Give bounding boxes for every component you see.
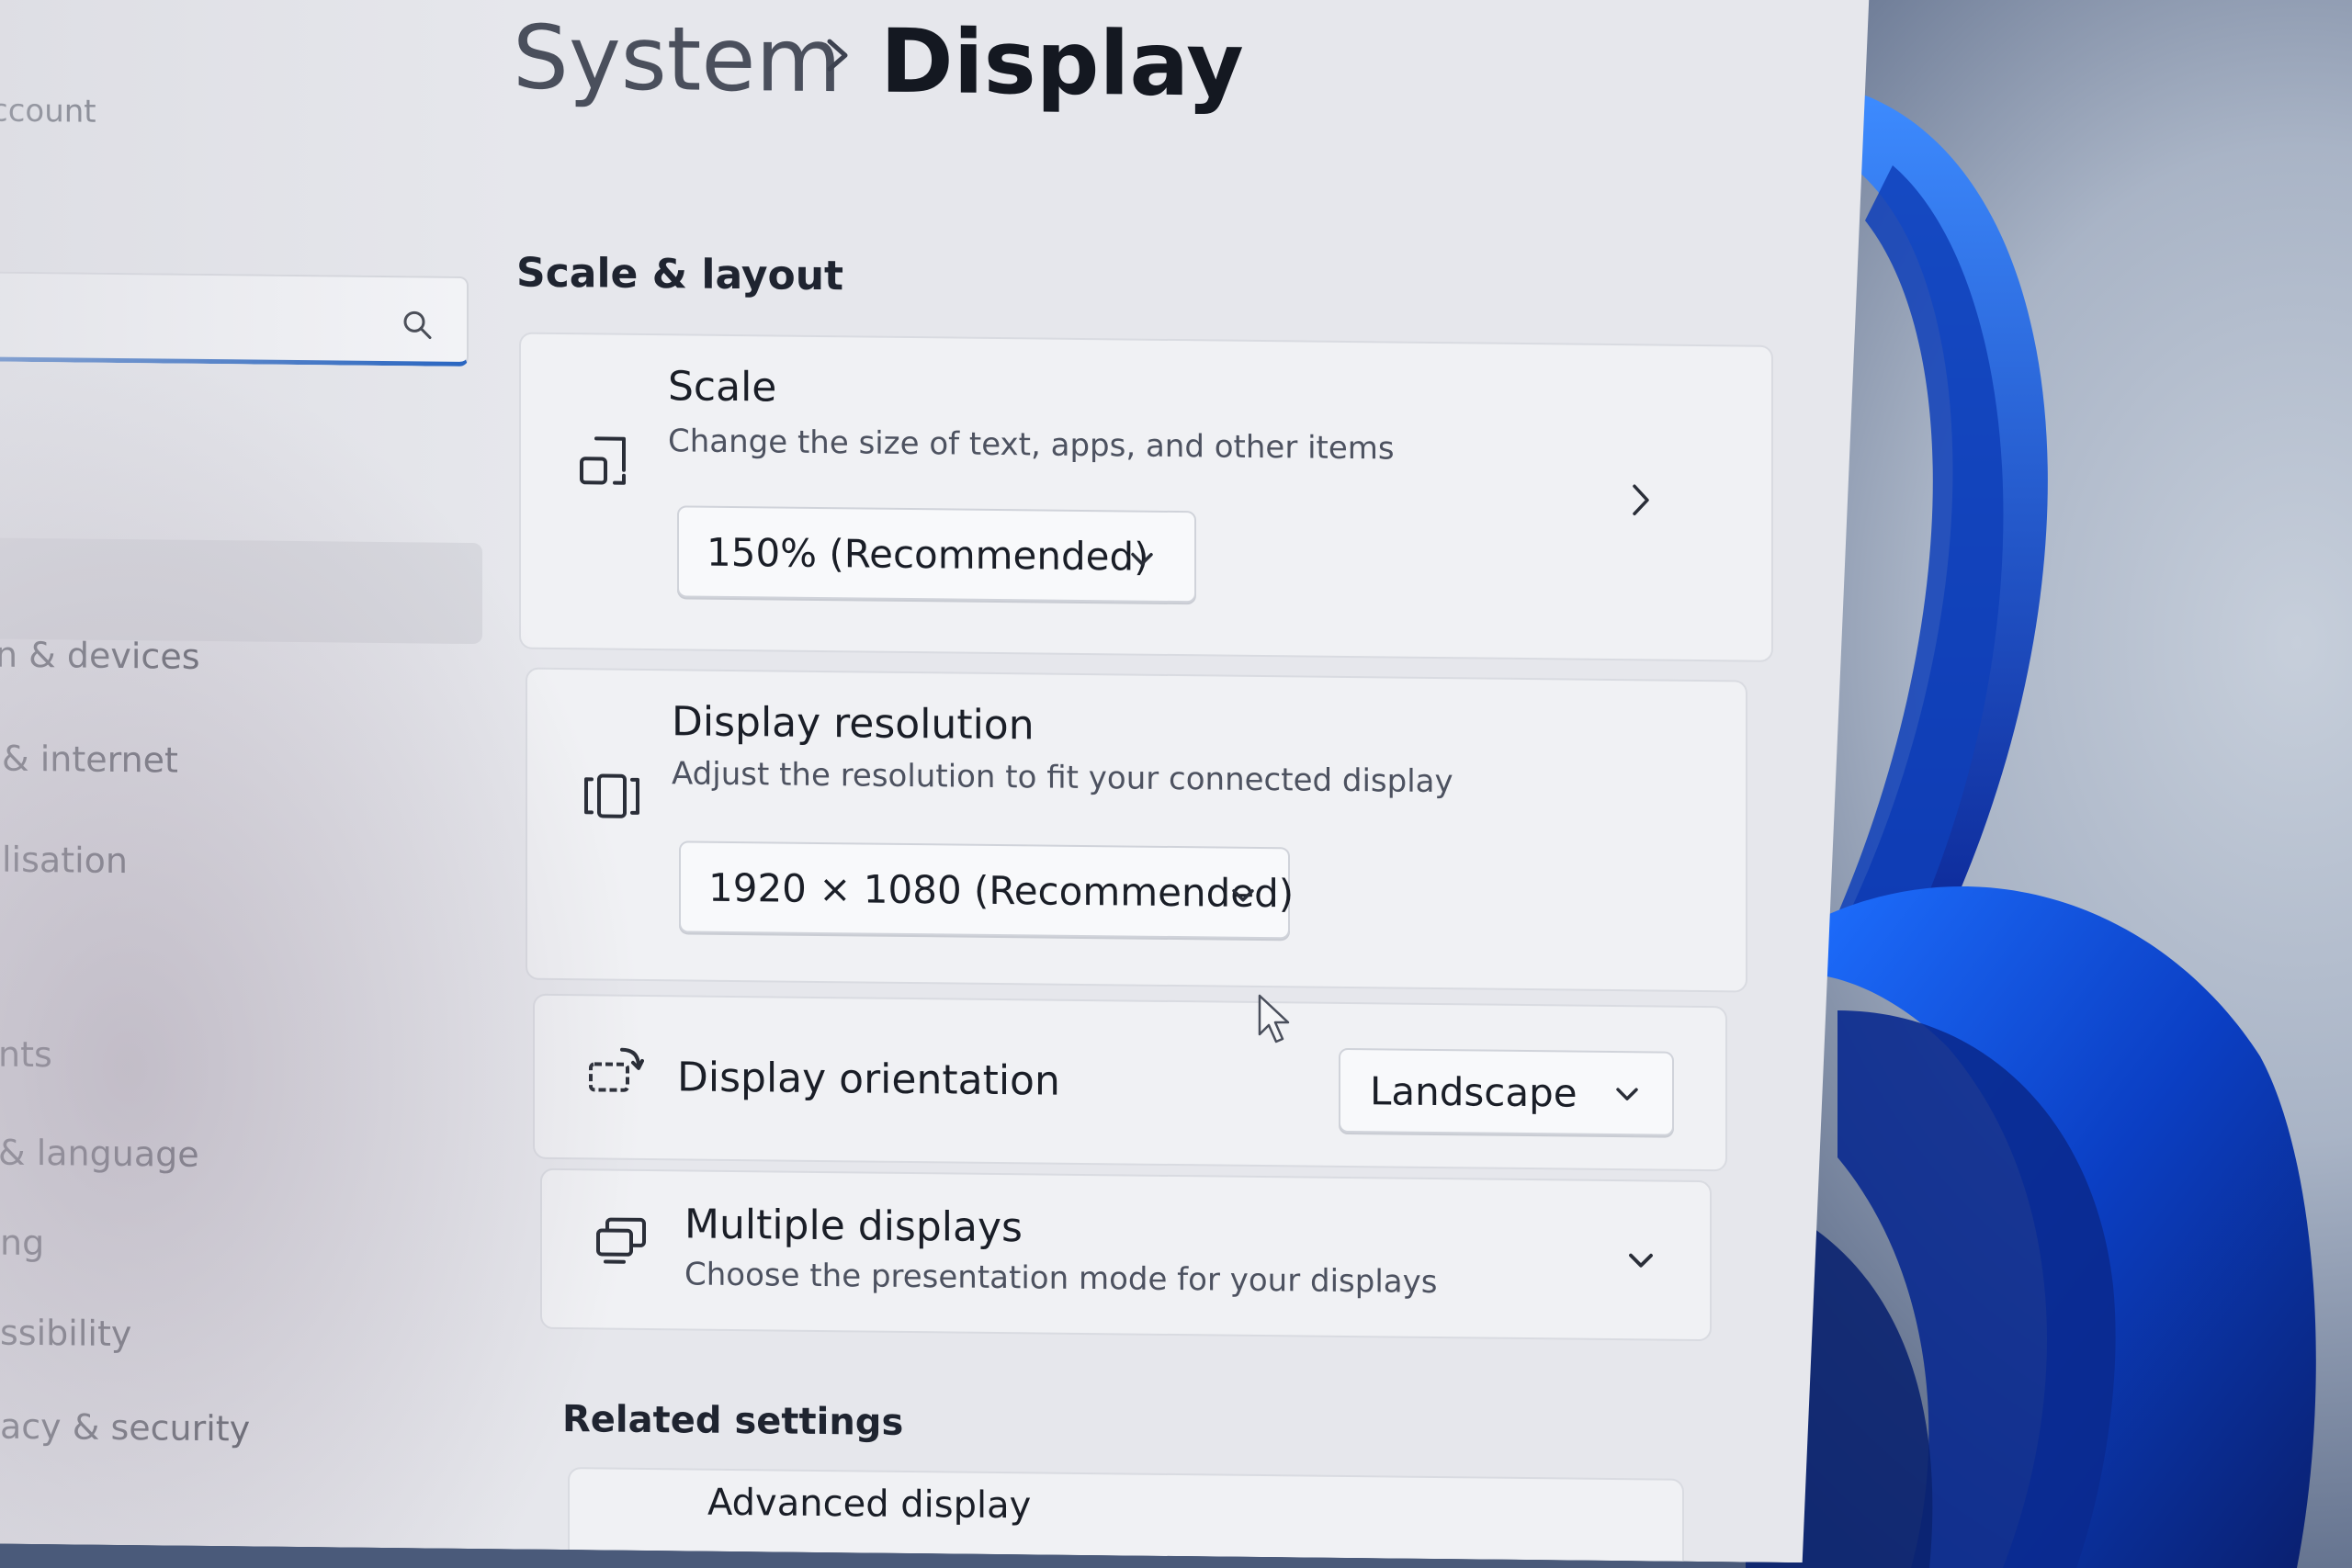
display-resolution-card: Display resolution Adjust the resolution… (526, 668, 1747, 993)
multiple-displays-subtitle: Choose the presentation mode for your di… (684, 1256, 1438, 1302)
display-resolution-title: Display resolution (672, 698, 1035, 750)
chevron-down-icon (1230, 887, 1256, 906)
sidebar-item-gaming[interactable]: ng (0, 1223, 44, 1264)
sidebar-item-personalisation[interactable]: lisation (2, 840, 128, 881)
scale-title: Scale (668, 363, 777, 412)
orientation-icon (585, 1042, 644, 1101)
multiple-displays-title: Multiple displays (684, 1201, 1023, 1252)
chevron-right-icon[interactable] (1630, 481, 1652, 518)
sidebar-item-accessibility[interactable]: ssibility (0, 1313, 131, 1355)
sidebar-item-devices[interactable]: n & devices (0, 635, 200, 677)
sidebar-item-network[interactable]: & internet (2, 739, 178, 781)
chevron-down-icon (1614, 1086, 1640, 1104)
section-title-related-settings: Related settings (562, 1398, 904, 1444)
display-resolution-dropdown-value: 1920 × 1080 (Recommended) (708, 864, 1295, 917)
display-orientation-card: Display orientation Landscape (533, 994, 1727, 1172)
section-title-scale-layout: Scale & layout (516, 249, 844, 300)
sidebar-item-selected[interactable] (0, 537, 482, 644)
display-resolution-subtitle: Adjust the resolution to fit your connec… (672, 755, 1453, 801)
sidebar-item-time-language[interactable]: & language (0, 1133, 199, 1175)
settings-search-input[interactable] (0, 271, 469, 367)
display-orientation-dropdown[interactable]: Landscape (1339, 1048, 1674, 1136)
page-title: Display (880, 9, 1244, 117)
account-label[interactable]: ccount (0, 93, 96, 130)
settings-window: ccount n & devices & internet lisation n… (0, 0, 1870, 1563)
chevron-down-icon[interactable] (1626, 1251, 1656, 1271)
sidebar-item-privacy-security[interactable]: acy & security (0, 1406, 250, 1450)
scale-icon (576, 431, 635, 491)
scale-dropdown[interactable]: 150% (Recommended) (677, 505, 1196, 603)
search-icon (401, 309, 433, 340)
resolution-icon (582, 766, 641, 826)
multiple-displays-card[interactable]: Multiple displays Choose the presentatio… (540, 1168, 1712, 1341)
chevron-down-icon (1129, 550, 1155, 569)
chevron-right-icon (816, 28, 862, 84)
advanced-display-card[interactable]: Advanced display (568, 1467, 1684, 1563)
sidebar-item-accounts[interactable]: nts (0, 1034, 52, 1076)
scale-dropdown-value: 150% (Recommended) (707, 529, 1149, 580)
breadcrumb-system[interactable]: System (513, 6, 842, 112)
mouse-cursor-icon (1258, 994, 1290, 1043)
display-orientation-title: Display orientation (677, 1054, 1060, 1105)
display-orientation-dropdown-value: Landscape (1370, 1068, 1577, 1116)
scale-subtitle: Change the size of text, apps, and other… (668, 423, 1395, 468)
multiple-displays-icon (593, 1212, 651, 1271)
scale-card: Scale Change the size of text, apps, and… (519, 333, 1773, 662)
display-resolution-dropdown[interactable]: 1920 × 1080 (Recommended) (679, 840, 1290, 939)
advanced-display-title: Advanced display (707, 1481, 1032, 1528)
